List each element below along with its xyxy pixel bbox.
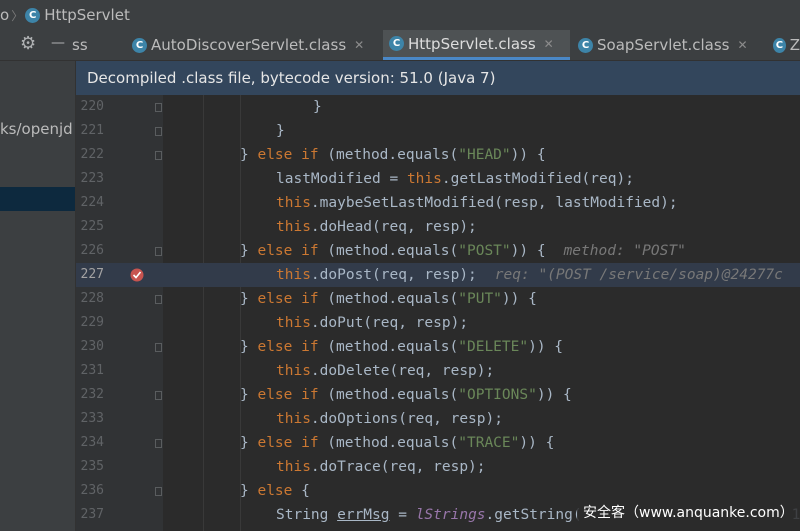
- code-line: this.doHead(req, resp);: [276, 219, 477, 235]
- project-path-fragment[interactable]: ks/openjd: [0, 120, 73, 138]
- code-line: } else if (method.equals("DELETE")) {: [240, 339, 564, 355]
- line-number: 221: [80, 123, 104, 138]
- class-icon: C: [773, 37, 786, 53]
- tab-label: HttpServlet.class: [408, 34, 536, 53]
- breakpoint-icon[interactable]: [129, 265, 145, 283]
- tab-autodiscoverservlet[interactable]: C AutoDiscoverServlet.class ✕: [128, 30, 380, 60]
- class-icon: C: [25, 7, 41, 23]
- tab-partial-right[interactable]: C Z: [770, 30, 800, 60]
- code-line: this.maybeSetLastModified(resp, lastModi…: [276, 195, 678, 211]
- tab-partial-left[interactable]: ss: [68, 30, 128, 60]
- code-line: }: [276, 123, 285, 139]
- code-line: this.doOptions(req, resp);: [276, 411, 503, 427]
- breadcrumb-class-name[interactable]: HttpServlet: [44, 6, 130, 24]
- selected-tree-row[interactable]: [0, 187, 75, 211]
- minus-icon[interactable]: —: [51, 35, 65, 51]
- line-number: 236: [80, 483, 104, 498]
- line-number: 235: [80, 459, 104, 474]
- breadcrumb-separator: 〉: [11, 8, 24, 23]
- code-line: } else if (method.equals("OPTIONS")) {: [240, 387, 572, 403]
- editor-tab-bar: ⚙ — ss C AutoDiscoverServlet.class ✕ C H…: [0, 30, 800, 61]
- tab-label: AutoDiscoverServlet.class: [151, 36, 347, 54]
- fold-marker-icon[interactable]: [155, 439, 162, 448]
- tab-label: ss: [72, 36, 88, 54]
- line-number: 228: [80, 291, 104, 306]
- fold-marker-icon[interactable]: [155, 487, 162, 496]
- line-number: 233: [80, 411, 104, 426]
- code-editor[interactable]: } } } else if (method.equals("HEAD")) { …: [163, 95, 800, 531]
- tab-soapservlet[interactable]: C SoapServlet.class ✕: [574, 30, 770, 60]
- breadcrumb-fragment[interactable]: o: [0, 6, 9, 24]
- tab-httpservlet[interactable]: C HttpServlet.class ✕: [383, 30, 570, 60]
- code-line: } else if (method.equals("POST")) {metho…: [240, 243, 686, 259]
- code-line: this.doPut(req, resp);: [276, 315, 469, 331]
- editor-gutter: 220 221 222 223 224 225 226 227 228 229 …: [76, 95, 163, 531]
- tab-label: SoapServlet.class: [597, 36, 730, 54]
- line-number: 234: [80, 435, 104, 450]
- class-icon: C: [389, 36, 404, 51]
- fold-marker-icon[interactable]: [155, 151, 162, 160]
- class-icon: C: [132, 37, 147, 53]
- banner-text: Decompiled .class file, bytecode version…: [87, 69, 496, 87]
- watermark: 安全客（www.anquanke.com）: [577, 497, 800, 527]
- close-icon[interactable]: ✕: [544, 37, 554, 51]
- line-number: 229: [80, 315, 104, 330]
- line-number: 237: [80, 507, 104, 522]
- line-number: 223: [80, 171, 104, 186]
- class-icon: C: [578, 37, 593, 53]
- code-line: this.doTrace(req, resp);: [276, 459, 486, 475]
- fold-marker-icon[interactable]: [155, 295, 162, 304]
- line-number: 232: [80, 387, 104, 402]
- fold-marker-icon[interactable]: [155, 391, 162, 400]
- line-number: 226: [80, 243, 104, 258]
- line-number: 220: [80, 99, 104, 114]
- code-line: } else if (method.equals("PUT")) {: [240, 291, 537, 307]
- line-number: 231: [80, 363, 104, 378]
- fold-marker-icon[interactable]: [155, 247, 162, 256]
- code-line-current: this.doPost(req, resp); req: "(POST /serv…: [163, 263, 800, 287]
- line-number: 222: [80, 147, 104, 162]
- code-line: } else if (method.equals("HEAD")) {: [240, 147, 546, 163]
- close-icon[interactable]: ✕: [354, 38, 364, 52]
- gear-icon[interactable]: ⚙: [20, 33, 36, 54]
- inline-debug-hint: req: "(POST /service/soap)@24277c: [494, 267, 783, 283]
- watermark-text: 安全客（www.anquanke.com）: [583, 505, 794, 521]
- line-number-current: 227: [80, 267, 104, 282]
- close-icon[interactable]: ✕: [738, 38, 748, 52]
- code-line: } else if (method.equals("TRACE")) {: [240, 435, 555, 451]
- code-line: lastModified = this.getLastModified(req)…: [276, 171, 634, 187]
- line-number: 230: [80, 339, 104, 354]
- decompiled-notice-banner: Decompiled .class file, bytecode version…: [76, 61, 800, 95]
- fold-marker-icon[interactable]: [155, 343, 162, 352]
- project-sidebar: ks/openjd: [0, 61, 76, 531]
- code-line: this.doDelete(req, resp);: [276, 363, 495, 379]
- fold-marker-icon[interactable]: [155, 103, 162, 112]
- breadcrumb: o 〉 C HttpServlet: [0, 0, 800, 31]
- line-number: 224: [80, 195, 104, 210]
- inline-debug-hint: method: "POST": [563, 243, 686, 259]
- fold-marker-icon[interactable]: [155, 127, 162, 136]
- tab-label: Z: [789, 36, 800, 54]
- line-number: 225: [80, 219, 104, 234]
- code-line: }: [313, 99, 322, 115]
